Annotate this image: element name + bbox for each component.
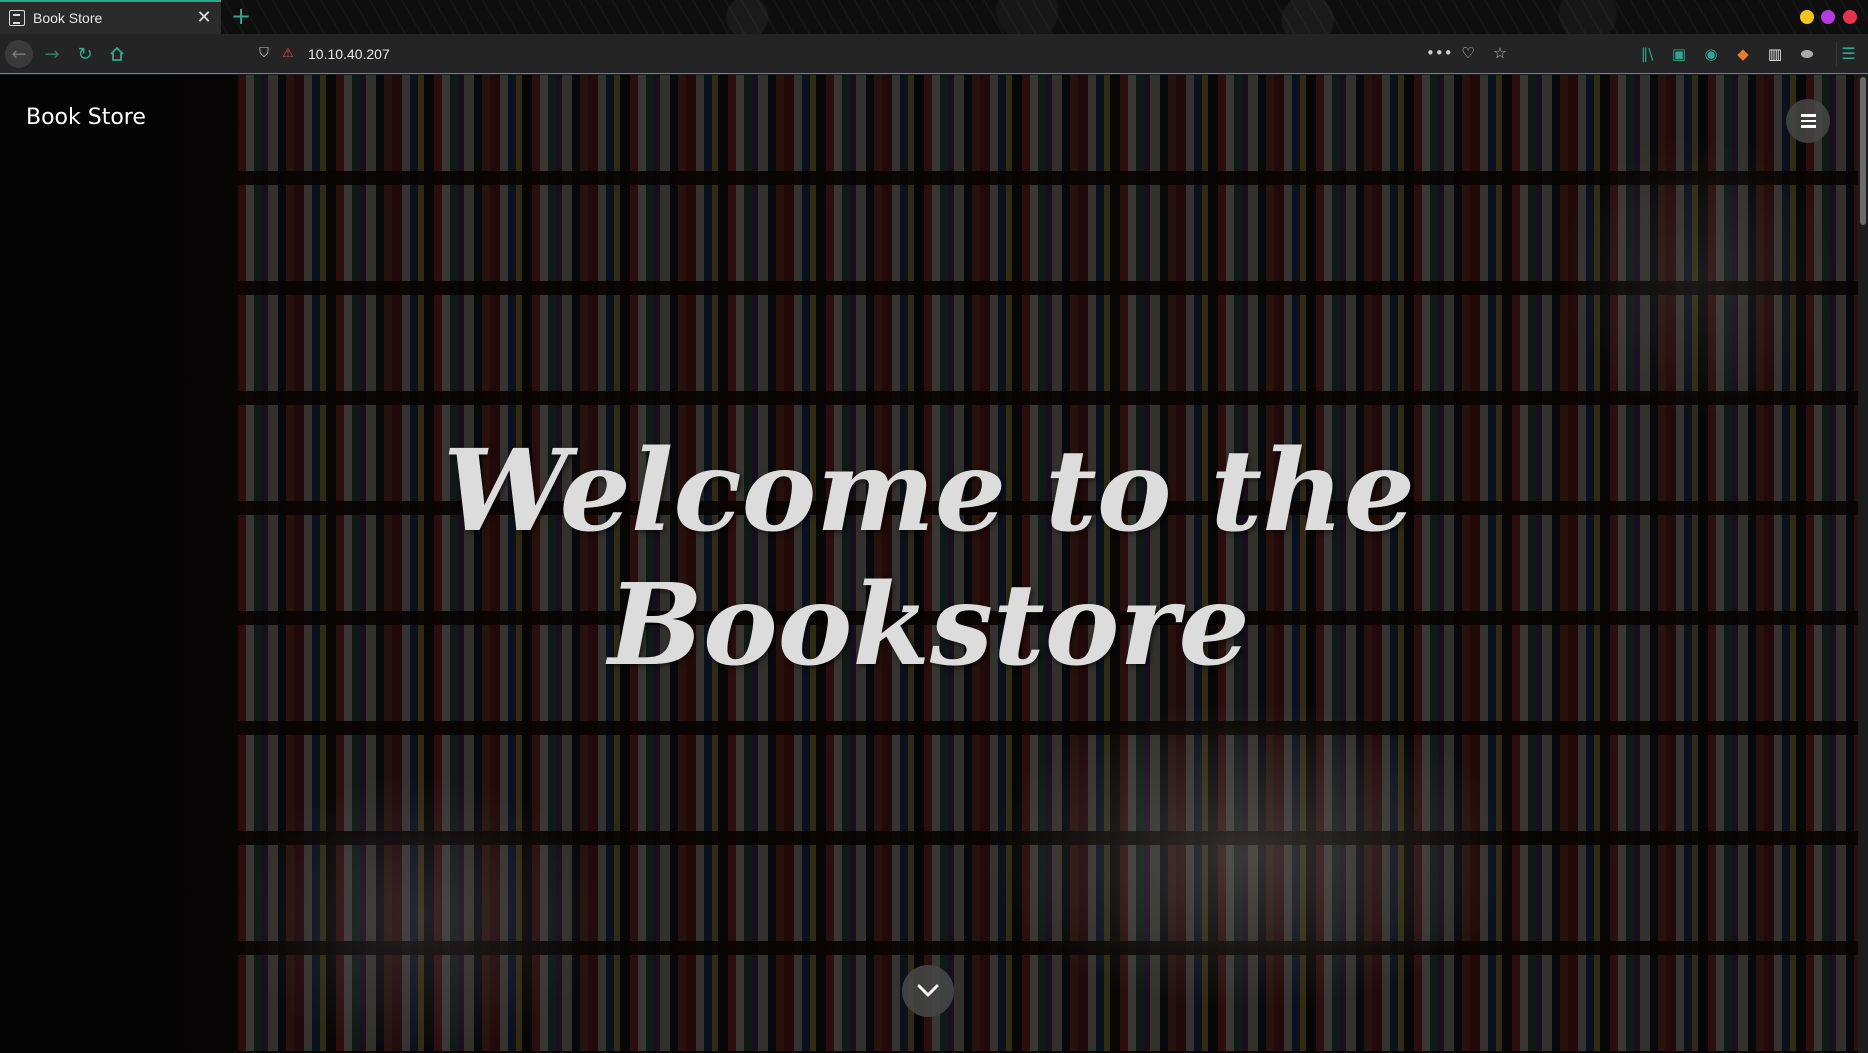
headline-line-1: Welcome to the [443, 426, 1415, 557]
sidebar-icon[interactable]: ▣ [1668, 44, 1690, 64]
close-window-button[interactable] [1843, 10, 1857, 24]
back-button[interactable]: ← [5, 40, 33, 68]
page-scrollbar[interactable] [1858, 75, 1868, 1053]
library-icon[interactable]: ∥\ [1636, 44, 1658, 64]
page-actions-menu-icon[interactable]: ••• [1426, 44, 1453, 62]
hero-headline: Welcome to the Bookstore [0, 425, 1858, 693]
chevron-down-icon [917, 984, 939, 997]
home-icon [110, 46, 124, 61]
url-text[interactable]: 10.10.40.207 [308, 46, 390, 62]
tab-close-icon[interactable]: ✕ [193, 7, 215, 29]
bookmark-star-icon[interactable]: ☆ [1490, 44, 1510, 62]
navigation-toolbar: ← → ↻ ⛉ ⚠ 10.10.40.207 ••• ♡ ☆ ∥\ ▣ ◉ ◆ … [0, 34, 1868, 74]
reload-icon: ↻ [77, 43, 93, 65]
page-viewport: Book Store Welcome to the Bookstore [0, 75, 1858, 1053]
arrow-left-icon: ← [11, 43, 27, 65]
reload-button[interactable]: ↻ [71, 40, 99, 68]
hamburger-menu-icon: ☰ [1841, 44, 1856, 63]
address-bar[interactable]: ⛉ ⚠ 10.10.40.207 ••• ♡ ☆ [250, 38, 1510, 70]
extension-mask-icon[interactable]: ⬬ [1796, 44, 1818, 64]
menu-bar [1800, 114, 1816, 117]
site-brand-link[interactable]: Book Store [26, 105, 146, 130]
tracking-protection-shield-icon[interactable]: ⛉ [256, 46, 272, 62]
forward-button[interactable]: → [38, 40, 66, 68]
tab-title: Book Store [33, 10, 103, 26]
tab-book-store[interactable]: Book Store ✕ [0, 0, 221, 34]
new-tab-button[interactable]: + [230, 4, 252, 28]
headline-line-2: Bookstore [608, 560, 1250, 691]
tab-bar: Book Store ✕ + [0, 0, 1868, 34]
arrow-right-icon: → [44, 43, 60, 65]
maximize-window-button[interactable] [1821, 10, 1835, 24]
extension-barcode-icon[interactable]: ▥ [1764, 44, 1786, 64]
scroll-down-button[interactable] [902, 965, 954, 1017]
site-menu-button[interactable] [1786, 99, 1830, 143]
pocket-icon[interactable]: ♡ [1458, 44, 1478, 62]
menu-bar [1800, 119, 1816, 123]
page-favicon-icon [9, 10, 25, 26]
foxyproxy-extension-icon[interactable]: ◆ [1732, 44, 1754, 64]
insecure-connection-icon[interactable]: ⚠ [280, 46, 296, 62]
toolbar-extensions: ∥\ ▣ ◉ ◆ ▥ ⬬ [1636, 44, 1818, 64]
scrollbar-thumb[interactable] [1860, 77, 1866, 225]
page-actions: ••• ♡ ☆ [1426, 44, 1510, 62]
menu-bar [1800, 125, 1816, 128]
app-menu-button[interactable]: ☰ [1836, 42, 1860, 66]
home-button[interactable] [103, 40, 131, 68]
minimize-window-button[interactable] [1800, 10, 1814, 24]
account-icon[interactable]: ◉ [1700, 44, 1722, 64]
